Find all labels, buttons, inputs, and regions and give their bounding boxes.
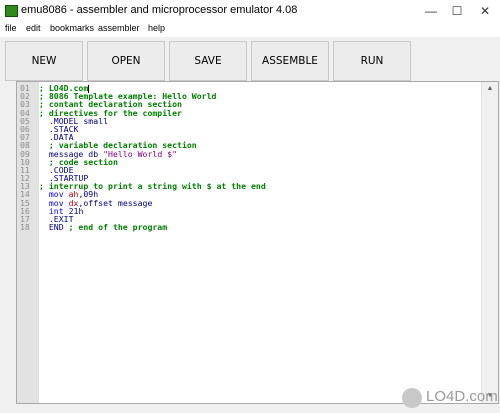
vertical-scrollbar[interactable]: ▲ ▼: [481, 82, 498, 403]
watermark-logo-icon: [402, 388, 422, 408]
code-line[interactable]: 06 .STACK: [17, 125, 483, 133]
window-title: emu8086 - assembler and microprocessor e…: [21, 4, 298, 16]
watermark-text: LO4D.com: [426, 388, 498, 405]
menu-help[interactable]: help: [148, 23, 165, 33]
toolbar: NEW OPEN SAVE ASSEMBLE RUN: [0, 37, 500, 81]
code-line[interactable]: 18 END ; end of the program: [17, 223, 483, 231]
line-source: END ; end of the program: [39, 222, 168, 233]
code-area[interactable]: 01; LO4D.com 02; 8086 Template example: H…: [17, 84, 483, 232]
menu-edit[interactable]: edit: [26, 23, 41, 33]
app-icon: [5, 5, 18, 17]
menu-file[interactable]: file: [5, 23, 17, 33]
code-editor[interactable]: 01; LO4D.com 02; 8086 Template example: H…: [16, 81, 499, 404]
code-line[interactable]: 15 mov dx,offset message: [17, 198, 483, 206]
close-icon[interactable]: ✕: [470, 0, 500, 22]
line-number: 18: [20, 222, 30, 233]
menu-bar: file edit bookmarks assembler help: [0, 22, 500, 37]
code-line[interactable]: 05 .MODEL small: [17, 117, 483, 125]
new-button[interactable]: NEW: [5, 41, 83, 81]
menu-bookmarks[interactable]: bookmarks: [50, 23, 94, 33]
status-bar: [0, 404, 500, 413]
scroll-up-icon[interactable]: ▲: [482, 82, 498, 96]
title-bar: emu8086 - assembler and microprocessor e…: [0, 0, 500, 23]
open-button[interactable]: OPEN: [87, 41, 165, 81]
save-button[interactable]: SAVE: [169, 41, 247, 81]
code-line[interactable]: 10 ; code section: [17, 157, 483, 165]
menu-assembler[interactable]: assembler: [98, 23, 140, 33]
assemble-button[interactable]: ASSEMBLE: [251, 41, 329, 81]
run-button[interactable]: RUN: [333, 41, 411, 81]
maximize-icon[interactable]: ☐: [442, 0, 472, 22]
code-line[interactable]: 16 int 21h: [17, 207, 483, 215]
